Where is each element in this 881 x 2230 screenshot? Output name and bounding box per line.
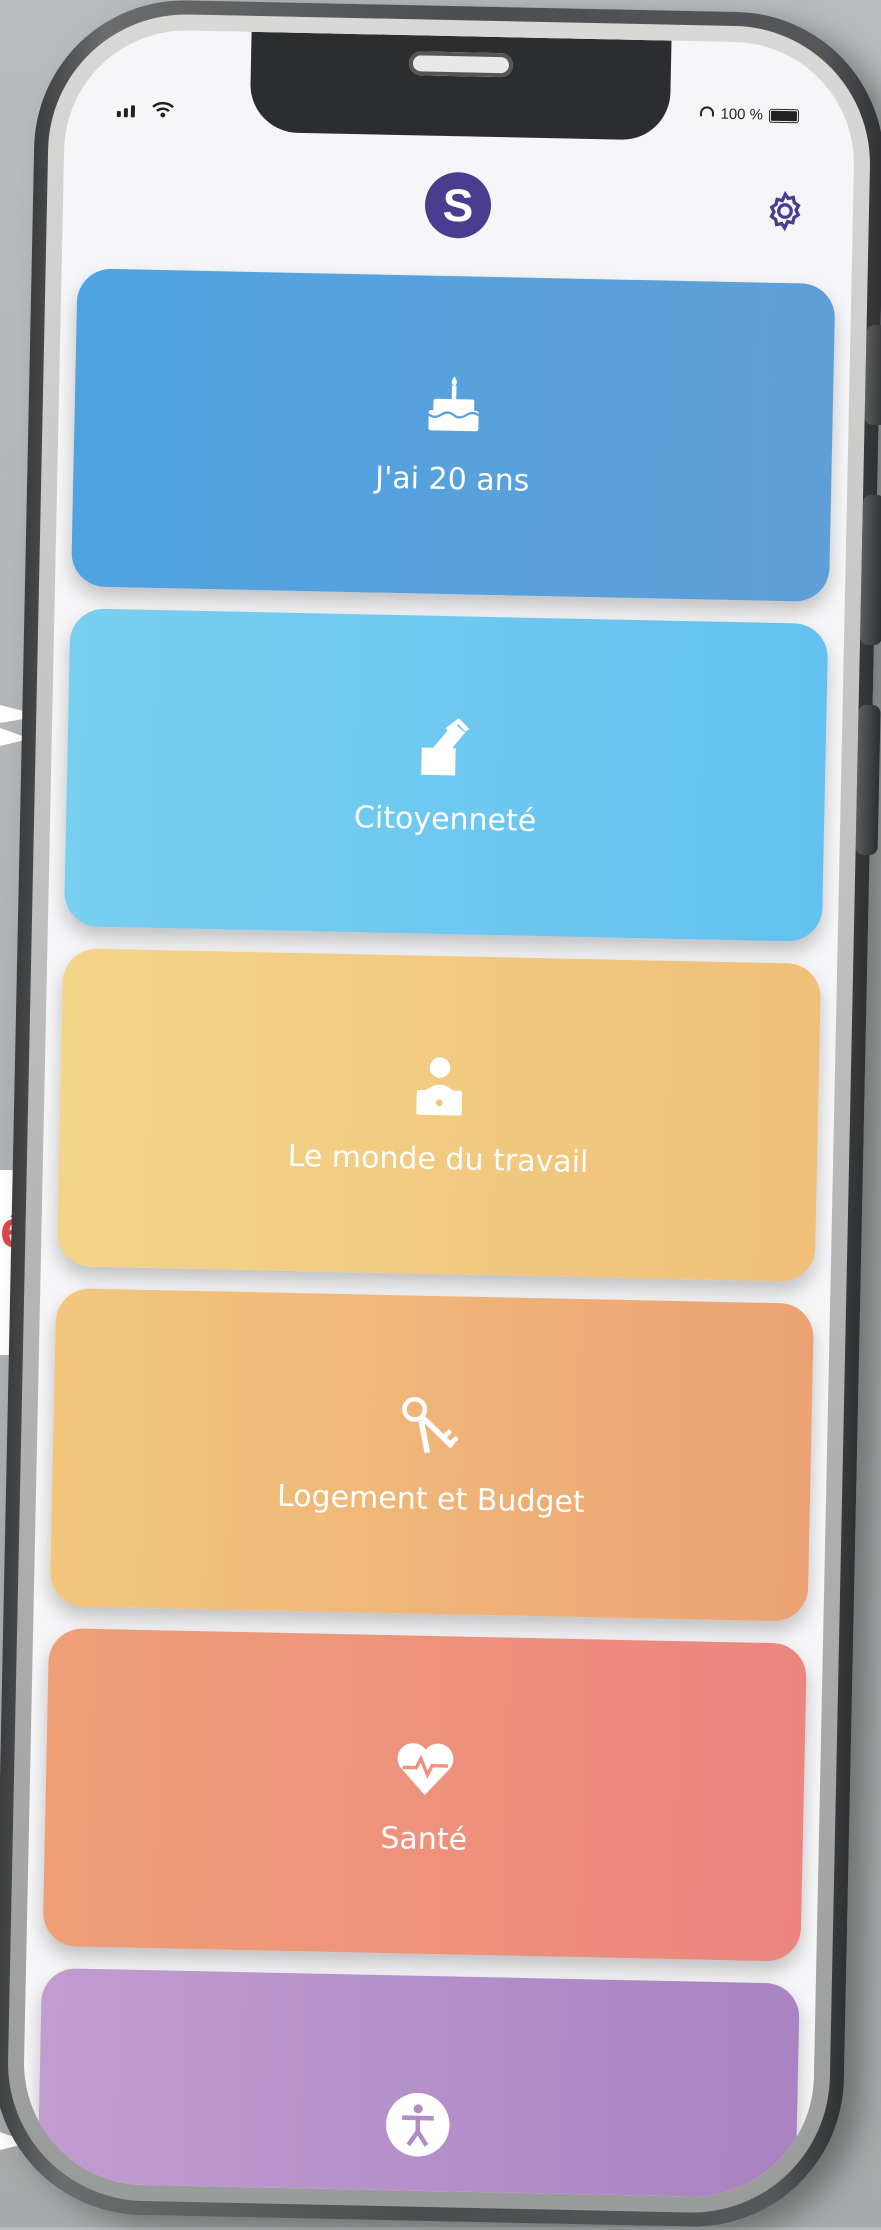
headphones-icon xyxy=(700,105,715,122)
wifi-icon xyxy=(151,100,175,124)
phone-notch xyxy=(249,31,672,141)
accessibility-icon xyxy=(383,2090,452,2159)
phone-screen: 100 % S J'ai 20 ans Citoyenneté Le monde… xyxy=(21,27,857,2200)
category-card-20-ans[interactable]: J'ai 20 ans xyxy=(70,268,836,603)
keys-icon xyxy=(398,1393,467,1462)
phone-mockup: 100 % S J'ai 20 ans Citoyenneté Le monde… xyxy=(0,0,881,2230)
category-card-citoyennete[interactable]: Citoyenneté xyxy=(63,608,829,942)
app-logo: S xyxy=(424,171,492,239)
category-label: Santé xyxy=(380,1820,468,1858)
status-bar-left xyxy=(116,99,175,124)
battery-icon xyxy=(768,108,800,123)
birthday-cake-icon xyxy=(419,373,488,442)
category-label: J'ai 20 ans xyxy=(374,460,530,499)
heart-pulse-icon xyxy=(391,1733,460,1802)
category-label: Citoyenneté xyxy=(353,799,537,839)
category-card-travail[interactable]: Le monde du travail xyxy=(56,948,822,1282)
category-label: Logement et Budget xyxy=(276,1478,586,1520)
category-label: Le monde du travail xyxy=(287,1138,589,1180)
battery-percent: 100 % xyxy=(720,105,764,124)
phone-side-button xyxy=(864,324,881,426)
speaker-grille xyxy=(408,51,514,78)
category-list: J'ai 20 ans Citoyenneté Le monde du trav… xyxy=(35,268,836,2200)
phone-side-button xyxy=(855,704,881,856)
worker-laptop-icon xyxy=(405,1053,474,1122)
category-card-accessibilite[interactable] xyxy=(35,1967,800,2200)
settings-gear-icon[interactable] xyxy=(763,189,808,234)
signal-icon xyxy=(116,105,136,118)
category-card-sante[interactable]: Santé xyxy=(42,1627,807,1962)
status-bar-right: 100 % xyxy=(700,105,800,124)
vote-ballot-icon xyxy=(412,713,481,782)
category-card-logement[interactable]: Logement et Budget xyxy=(49,1288,815,1622)
phone-side-button xyxy=(859,494,881,646)
